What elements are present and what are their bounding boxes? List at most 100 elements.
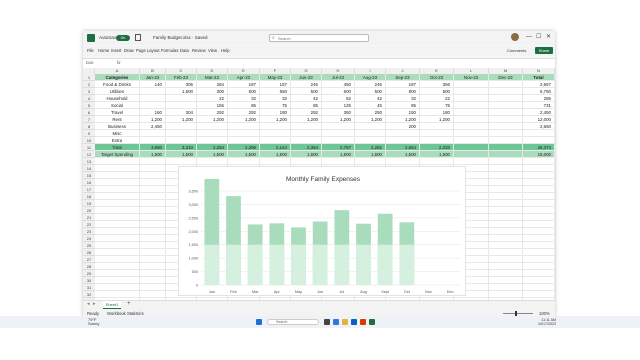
table-cell[interactable]: 306 <box>166 81 197 88</box>
row-header[interactable]: 9 <box>83 130 95 137</box>
table-cell[interactable]: 187 <box>386 81 420 88</box>
header-cell[interactable]: May-23 <box>260 74 291 81</box>
table-cell[interactable]: 2,557 <box>523 81 555 88</box>
header-cell[interactable]: Jul-23 <box>322 74 355 81</box>
table-cell[interactable]: 1,500 <box>355 151 386 158</box>
row-header[interactable]: 31 <box>83 284 95 291</box>
weather-widget[interactable]: 79°F Sunny <box>88 318 99 326</box>
table-cell[interactable]: 1,500 <box>386 151 420 158</box>
empty-cell[interactable] <box>166 158 197 165</box>
table-cell[interactable] <box>454 81 489 88</box>
menu-home[interactable]: Home <box>98 47 109 55</box>
header-cell[interactable]: Jun-23 <box>291 74 322 81</box>
table-cell[interactable] <box>489 102 523 109</box>
empty-cell[interactable] <box>95 200 140 207</box>
table-cell[interactable] <box>523 130 555 137</box>
empty-cell[interactable] <box>489 256 523 263</box>
table-cell[interactable] <box>489 144 523 151</box>
table-cell[interactable]: 5,750 <box>523 88 555 95</box>
empty-cell[interactable] <box>95 228 140 235</box>
table-cell[interactable]: 75 <box>420 102 454 109</box>
empty-cell[interactable] <box>489 270 523 277</box>
table-cell[interactable]: Travel <box>95 109 140 116</box>
menu-view[interactable]: View <box>208 47 217 55</box>
table-cell[interactable] <box>454 88 489 95</box>
outlook-icon[interactable] <box>351 319 357 325</box>
empty-cell[interactable] <box>523 228 555 235</box>
table-cell[interactable] <box>322 137 355 144</box>
taskbar-search[interactable]: Search <box>267 319 319 325</box>
empty-cell[interactable] <box>523 256 555 263</box>
empty-cell[interactable] <box>523 249 555 256</box>
row-header[interactable]: 19 <box>83 200 95 207</box>
table-cell[interactable]: Extra <box>95 137 140 144</box>
table-cell[interactable]: 180 <box>260 109 291 116</box>
edge-icon[interactable] <box>333 319 339 325</box>
bar-target-jul[interactable] <box>334 244 350 285</box>
empty-cell[interactable] <box>140 221 166 228</box>
table-cell[interactable] <box>454 144 489 151</box>
table-cell[interactable] <box>420 137 454 144</box>
empty-cell[interactable] <box>489 193 523 200</box>
empty-cell[interactable] <box>489 284 523 291</box>
table-cell[interactable] <box>355 137 386 144</box>
table-cell[interactable]: 304 <box>166 109 197 116</box>
table-cell[interactable] <box>197 137 228 144</box>
prev-sheet-icon[interactable]: ◂ <box>87 301 90 308</box>
row-header[interactable]: 11 <box>83 144 95 151</box>
table-cell[interactable]: 245 <box>291 81 322 88</box>
table-cell[interactable]: 1,200 <box>166 116 197 123</box>
empty-cell[interactable] <box>523 207 555 214</box>
table-cell[interactable]: 292 <box>228 109 260 116</box>
table-cell[interactable]: 1,200 <box>228 116 260 123</box>
share-button[interactable]: Share <box>535 47 553 54</box>
empty-cell[interactable] <box>197 158 228 165</box>
table-cell[interactable]: 160 <box>140 109 166 116</box>
maximize-button[interactable]: ☐ <box>536 33 541 42</box>
table-cell[interactable]: 1,500 <box>260 151 291 158</box>
table-cell[interactable]: 800 <box>386 88 420 95</box>
empty-cell[interactable] <box>228 158 260 165</box>
table-cell[interactable]: 1,200 <box>197 116 228 123</box>
table-cell[interactable]: 350 <box>322 109 355 116</box>
table-cell[interactable]: 500 <box>355 88 386 95</box>
menu-formulas[interactable]: Formulas <box>161 47 178 55</box>
empty-cell[interactable] <box>95 242 140 249</box>
table-cell[interactable]: 1,500 <box>166 151 197 158</box>
row-header[interactable]: 8 <box>83 123 95 130</box>
menu-page-layout[interactable]: Page Layout <box>136 47 160 55</box>
empty-cell[interactable] <box>523 221 555 228</box>
table-cell[interactable] <box>166 130 197 137</box>
bar-target-sept[interactable] <box>377 244 393 285</box>
zoom-slider[interactable] <box>503 313 533 314</box>
empty-cell[interactable] <box>523 186 555 193</box>
table-cell[interactable] <box>166 137 197 144</box>
empty-cell[interactable] <box>95 249 140 256</box>
table-cell[interactable]: 1,500 <box>322 151 355 158</box>
table-cell[interactable]: 32 <box>260 95 291 102</box>
table-cell[interactable] <box>489 116 523 123</box>
table-cell[interactable] <box>355 123 386 130</box>
table-cell[interactable] <box>228 123 260 130</box>
empty-cell[interactable] <box>95 186 140 193</box>
empty-cell[interactable] <box>489 165 523 172</box>
row-header[interactable]: 6 <box>83 109 95 116</box>
table-cell[interactable]: Food & Drinks <box>95 81 140 88</box>
empty-cell[interactable] <box>140 214 166 221</box>
table-cell[interactable]: 1,500 <box>166 88 197 95</box>
table-cell[interactable] <box>489 95 523 102</box>
empty-cell[interactable] <box>140 158 166 165</box>
table-cell[interactable]: 85 <box>228 102 260 109</box>
row-header[interactable]: 32 <box>83 291 95 298</box>
empty-cell[interactable] <box>140 277 166 284</box>
table-cell[interactable]: 2,787 <box>322 144 355 151</box>
table-cell[interactable]: 2,144 <box>260 144 291 151</box>
empty-cell[interactable] <box>140 186 166 193</box>
table-cell[interactable]: 2,450 <box>523 109 555 116</box>
table-cell[interactable]: 22 <box>197 95 228 102</box>
empty-cell[interactable] <box>140 165 166 172</box>
row-header[interactable]: 16 <box>83 179 95 186</box>
empty-cell[interactable] <box>140 242 166 249</box>
bar-target-oct[interactable] <box>399 244 415 285</box>
table-cell[interactable]: 2,282 <box>355 144 386 151</box>
